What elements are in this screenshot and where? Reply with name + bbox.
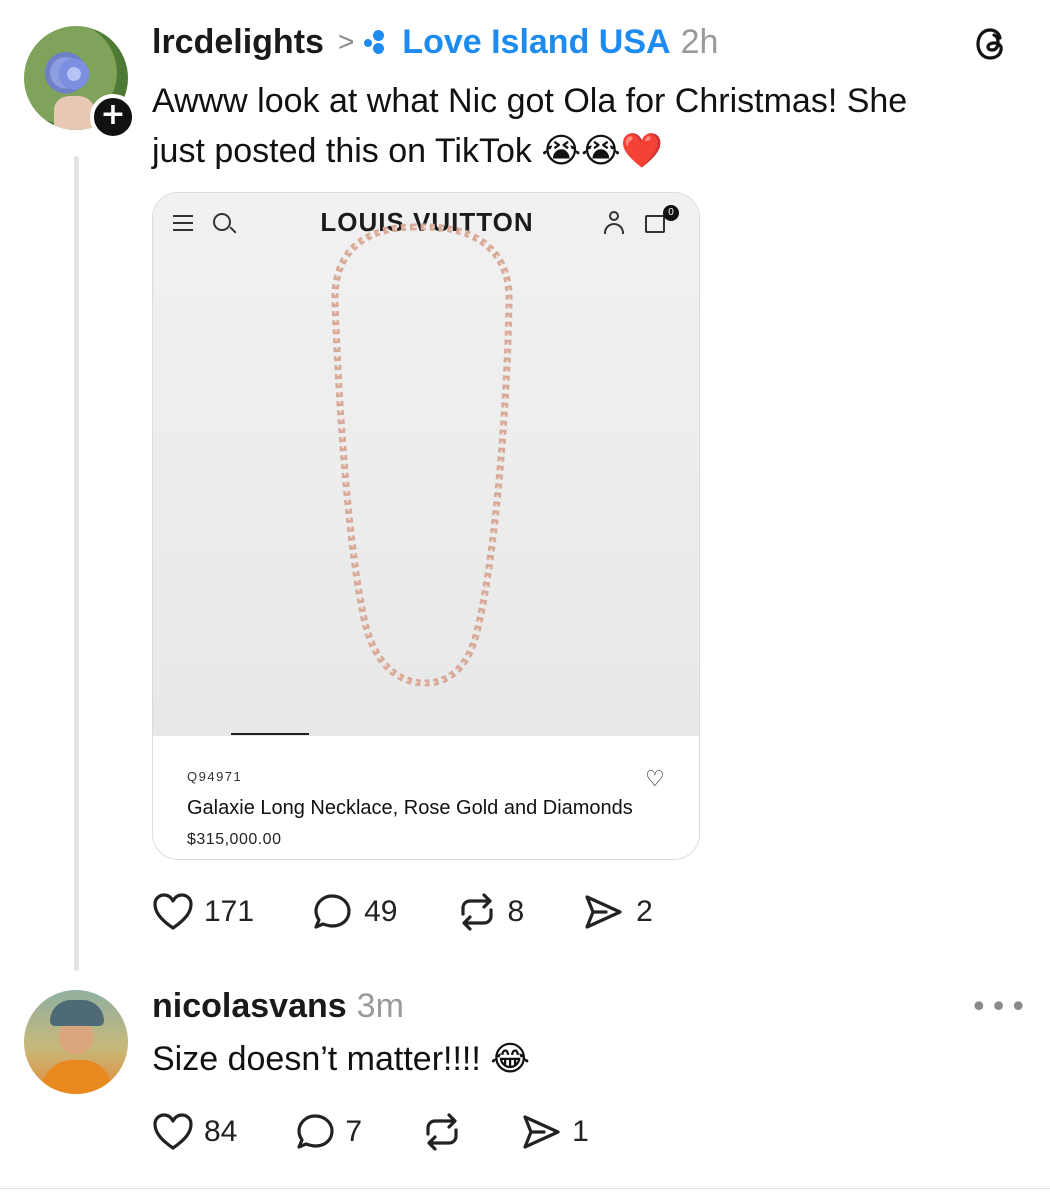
heart-icon bbox=[153, 893, 193, 930]
product-price: $315,000.00 bbox=[187, 831, 282, 848]
threads-logo-icon[interactable] bbox=[972, 24, 1012, 64]
share-button[interactable]: 2 bbox=[582, 892, 653, 932]
like-count: 171 bbox=[204, 895, 255, 928]
reply-username[interactable]: nicolasvans bbox=[152, 987, 347, 1026]
reply-emoji: 😂 bbox=[490, 1039, 530, 1079]
community-link[interactable]: Love Island USA bbox=[402, 23, 670, 62]
reply-share-count: 1 bbox=[572, 1115, 589, 1148]
reply-repost-button[interactable] bbox=[420, 1112, 464, 1152]
wishlist-heart-icon: ♡ bbox=[645, 767, 665, 792]
comment-button[interactable]: 49 bbox=[312, 892, 397, 932]
like-button[interactable]: 171 bbox=[152, 892, 254, 932]
reply-like-count: 84 bbox=[204, 1115, 238, 1148]
author-username[interactable]: lrcdelights bbox=[152, 23, 324, 62]
product-sku: Q94971 bbox=[187, 769, 243, 784]
shirt-image bbox=[42, 1060, 112, 1094]
repost-button[interactable]: 8 bbox=[455, 892, 524, 932]
post-text-line-2: just posted this on TikTok bbox=[152, 132, 532, 170]
community-icon bbox=[364, 30, 392, 54]
card-divider bbox=[153, 735, 699, 736]
reply-actions: 84 7 1 bbox=[152, 1112, 647, 1152]
reply-author-avatar[interactable] bbox=[24, 990, 128, 1094]
post-actions: 171 49 8 2 bbox=[152, 892, 711, 932]
share-icon bbox=[523, 1115, 560, 1149]
reply-share-button[interactable]: 1 bbox=[520, 1112, 589, 1152]
comment-count: 49 bbox=[364, 895, 398, 928]
more-options-icon[interactable]: ••• bbox=[970, 990, 1029, 1025]
reply-comment-button[interactable]: 7 bbox=[295, 1112, 362, 1152]
comment-icon bbox=[297, 1114, 334, 1149]
share-count: 2 bbox=[636, 895, 653, 928]
necklace-illustration bbox=[331, 223, 513, 687]
post-time: 2h bbox=[680, 22, 719, 61]
share-icon bbox=[585, 895, 622, 929]
thread-line bbox=[74, 156, 79, 971]
post-header: lrcdelights > Love Island USA 2h bbox=[152, 20, 718, 64]
post-emojis: 😭😭❤️ bbox=[541, 131, 664, 171]
hat-image bbox=[50, 1000, 104, 1026]
hand-image bbox=[54, 96, 94, 130]
post-text: Awww look at what Nic got Ola for Christ… bbox=[152, 76, 1012, 176]
post-text-line-1: Awww look at what Nic got Ola for Christ… bbox=[152, 82, 908, 120]
bottom-divider bbox=[0, 1188, 1050, 1189]
repost-icon bbox=[426, 1113, 458, 1151]
reply-text-body: Size doesn’t matter!!!! bbox=[152, 1040, 481, 1078]
reply-header: nicolasvans 3m bbox=[152, 984, 404, 1028]
heart-icon bbox=[153, 1113, 193, 1150]
product-name: Galaxie Long Necklace, Rose Gold and Dia… bbox=[187, 797, 633, 819]
reply-text: Size doesn’t matter!!!! 😂 bbox=[152, 1034, 530, 1084]
flower-image bbox=[50, 50, 98, 98]
follow-plus-icon[interactable]: + bbox=[90, 94, 136, 140]
reply-like-button[interactable]: 84 bbox=[152, 1112, 237, 1152]
reply-comment-count: 7 bbox=[345, 1115, 363, 1148]
necklace-image: LOUIS VUITTON 0 bbox=[153, 193, 699, 735]
repost-icon bbox=[461, 893, 494, 931]
comment-icon bbox=[314, 894, 351, 929]
repost-count: 8 bbox=[507, 895, 525, 928]
reply-time: 3m bbox=[356, 986, 404, 1025]
product-screenshot-card[interactable]: LOUIS VUITTON 0 Q94971 ♡ Galaxie Long Ne… bbox=[152, 192, 700, 860]
chevron-right-icon: > bbox=[337, 26, 355, 57]
